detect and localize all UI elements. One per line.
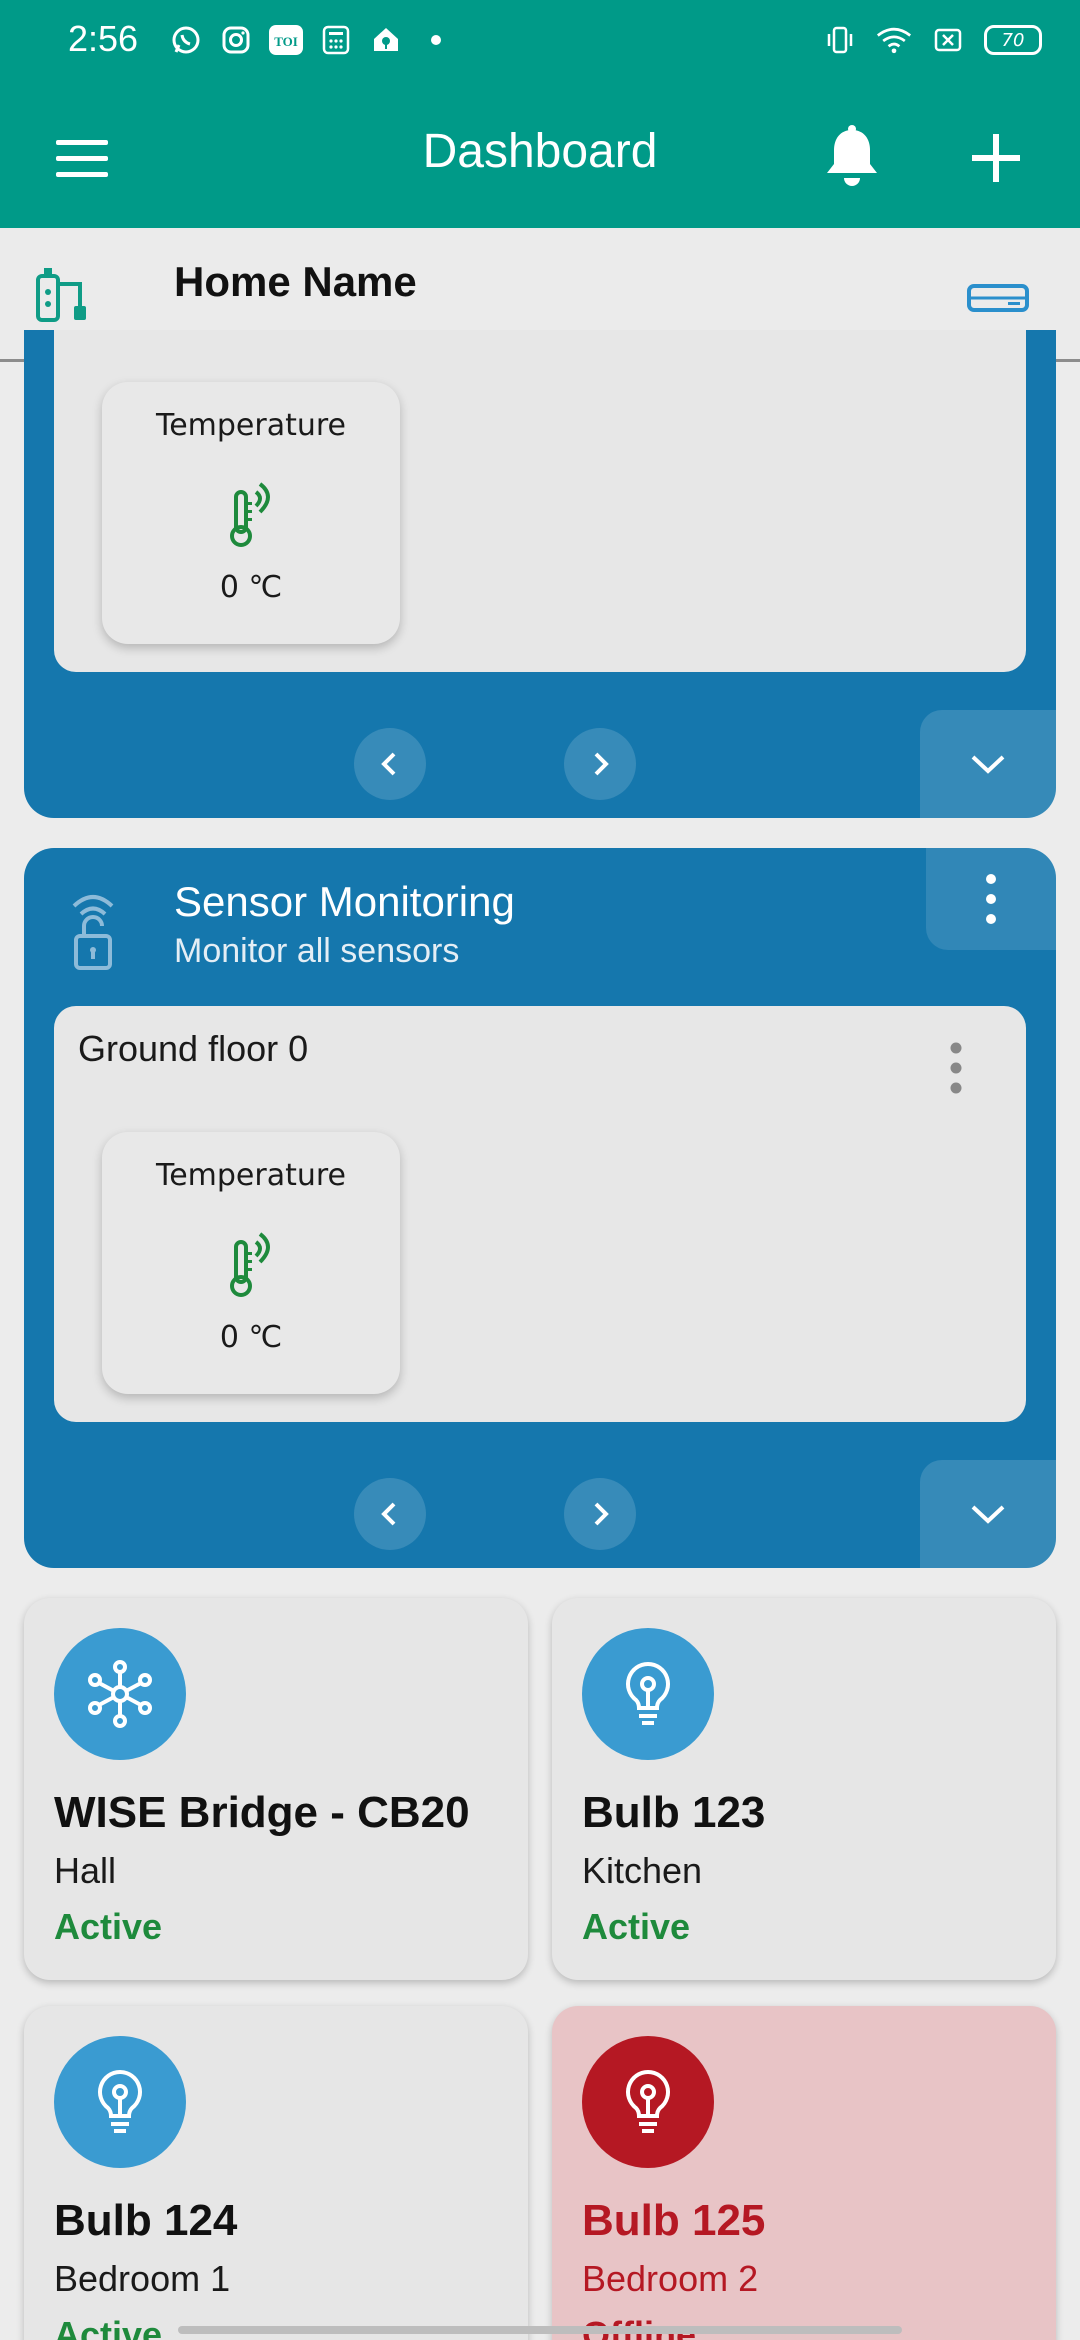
- floor-name: Ground floor 0: [78, 1028, 309, 1069]
- next-page-button[interactable]: [564, 1478, 636, 1550]
- whatsapp-icon: [168, 22, 204, 58]
- vibrate-icon: [822, 22, 858, 58]
- app-bar: Dashboard: [0, 84, 1080, 228]
- panel-subtitle: Monitor all sensors: [174, 932, 460, 970]
- bulb-icon: [582, 2036, 714, 2168]
- device-status: Active: [582, 1906, 691, 1947]
- sensor-label: Temperature: [155, 408, 347, 443]
- status-bar: 2:56 TOI 70: [0, 0, 1080, 84]
- sensor-value: 0 ℃: [219, 570, 283, 605]
- system-icons: 70: [822, 22, 1042, 58]
- sensor-panel-top: Temperature 0 ℃: [24, 330, 1056, 818]
- device-card-bulb-125[interactable]: Bulb 125 Bedroom 2 Offline: [552, 2006, 1056, 2340]
- switch-home-icon[interactable]: [966, 278, 1030, 318]
- dot-icon: [418, 22, 454, 58]
- device-card-bridge[interactable]: WISE Bridge - CB20 Hall Active: [24, 1598, 528, 1980]
- add-icon[interactable]: [968, 130, 1024, 186]
- sensor-value: 0 ℃: [219, 1320, 283, 1355]
- home-indicator[interactable]: [178, 2326, 902, 2334]
- battery-icon: 70: [984, 25, 1042, 55]
- wifi-icon: [876, 22, 912, 58]
- device-name: Bulb 125: [582, 2196, 766, 2245]
- floor-card-top: Temperature 0 ℃: [54, 330, 1026, 672]
- bulb-icon: [54, 2036, 186, 2168]
- collapse-chevron-icon[interactable]: [920, 1460, 1056, 1568]
- smart-home-icon: [368, 22, 404, 58]
- device-name: Bulb 123: [582, 1788, 766, 1837]
- bulb-icon: [582, 1628, 714, 1760]
- device-room: Bedroom 1: [54, 2258, 231, 2299]
- device-room: Bedroom 2: [582, 2258, 759, 2299]
- next-page-button[interactable]: [564, 728, 636, 800]
- page-title: Dashboard: [422, 125, 658, 178]
- hub-icon: [54, 1628, 186, 1760]
- sensor-label: Temperature: [155, 1158, 347, 1193]
- floor-card: Ground floor 0 Temperature 0 ℃: [54, 1006, 1026, 1422]
- temperature-tile[interactable]: Temperature 0 ℃: [102, 1132, 400, 1394]
- device-status: Active: [54, 1906, 163, 1947]
- hub-device-icon: [32, 258, 102, 328]
- device-name: Bulb 124: [54, 2196, 238, 2245]
- notification-icons: TOI: [168, 22, 454, 58]
- floor-more-icon[interactable]: [946, 1040, 966, 1096]
- sensor-monitoring-panel: Sensor Monitoring Monitor all sensors Gr…: [24, 848, 1056, 1568]
- temperature-tile[interactable]: Temperature 0 ℃: [102, 382, 400, 644]
- no-sim-icon: [930, 22, 966, 58]
- device-card-bulb-123[interactable]: Bulb 123 Kitchen Active: [552, 1598, 1056, 1980]
- wireless-lock-icon: [68, 884, 118, 974]
- notification-bell-icon[interactable]: [820, 124, 884, 190]
- panel-title: Sensor Monitoring: [174, 878, 515, 925]
- thermometer-icon: [226, 478, 282, 550]
- home-name: Home Name: [174, 258, 417, 305]
- prev-page-button[interactable]: [354, 728, 426, 800]
- status-time: 2:56: [68, 18, 139, 59]
- device-room: Kitchen: [582, 1850, 703, 1891]
- device-card-bulb-124[interactable]: Bulb 124 Bedroom 1 Active: [24, 2006, 528, 2340]
- svg-text:TOI: TOI: [274, 34, 298, 49]
- panel-more-icon[interactable]: [926, 848, 1056, 950]
- device-status: Active: [54, 2314, 163, 2340]
- instagram-icon: [218, 22, 254, 58]
- collapse-chevron-icon[interactable]: [920, 710, 1056, 818]
- device-room: Hall: [54, 1850, 117, 1891]
- news-app-icon: TOI: [268, 22, 304, 58]
- thermometer-icon: [226, 1228, 282, 1300]
- calculator-icon: [318, 22, 354, 58]
- device-name: WISE Bridge - CB20: [54, 1788, 470, 1837]
- prev-page-button[interactable]: [354, 1478, 426, 1550]
